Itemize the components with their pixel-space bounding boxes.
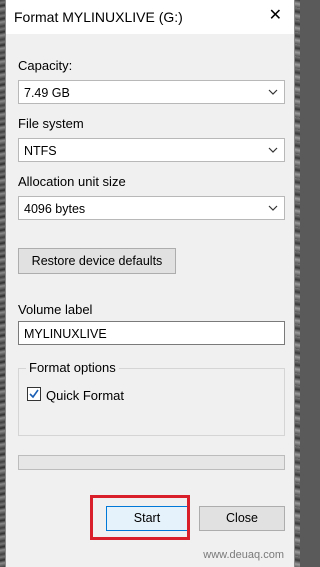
file-system-value: NTFS — [24, 144, 57, 158]
volume-label-value: MYLINUXLIVE — [24, 327, 107, 341]
allocation-value: 4096 bytes — [24, 202, 86, 216]
file-system-label: File system — [18, 116, 84, 131]
file-system-dropdown[interactable]: NTFS — [18, 138, 285, 162]
window-title: Format MYLINUXLIVE (G:) — [14, 9, 183, 25]
restore-defaults-button[interactable]: Restore device defaults — [18, 248, 176, 274]
close-icon[interactable]: ✕ — [269, 8, 282, 24]
watermark: www.deuaq.com — [203, 549, 284, 561]
capacity-dropdown[interactable]: 7.49 GB — [18, 80, 285, 104]
allocation-dropdown[interactable]: 4096 bytes — [18, 196, 285, 220]
checkmark-icon — [29, 389, 39, 399]
quick-format-checkbox[interactable] — [27, 387, 41, 401]
format-dialog: Format MYLINUXLIVE (G:) ✕ Capacity: 7.49… — [5, 0, 295, 567]
close-button[interactable]: Close — [199, 506, 285, 531]
format-options-title: Format options — [26, 360, 119, 375]
title-bar: Format MYLINUXLIVE (G:) ✕ — [6, 0, 294, 34]
quick-format-label[interactable]: Quick Format — [46, 388, 124, 403]
chevron-down-icon — [268, 205, 278, 211]
capacity-label: Capacity: — [18, 58, 73, 73]
volume-label-input[interactable]: MYLINUXLIVE — [18, 321, 285, 345]
format-progress-bar — [18, 455, 285, 470]
start-highlight-box — [90, 495, 190, 540]
capacity-value: 7.49 GB — [24, 86, 70, 100]
chevron-down-icon — [268, 147, 278, 153]
allocation-label: Allocation unit size — [18, 174, 126, 189]
chevron-down-icon — [268, 89, 278, 95]
volume-label-label: Volume label — [18, 302, 93, 317]
